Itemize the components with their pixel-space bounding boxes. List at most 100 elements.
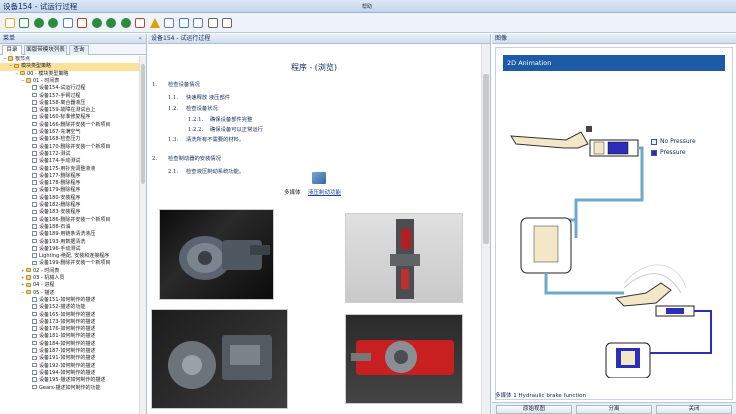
tree-folder[interactable]: −00 - 模块类型策略 [0, 71, 139, 78]
document-title: 设备154 - 试运行过程 [151, 35, 211, 42]
document-icon [32, 129, 37, 134]
folder-icon [26, 267, 31, 273]
tree-item[interactable]: 设备184-如何制作的描述 [0, 341, 139, 348]
tree-item-label: 设备165-如何制作的描述 [39, 311, 96, 318]
settings-icon[interactable] [163, 16, 176, 29]
hydraulic-brake-link[interactable]: 液压制动功能 [308, 190, 341, 196]
tree-item-label: 设备166-删除并安装一个新项目 [39, 121, 111, 128]
tree-folder[interactable]: +03 - 机械人员 [0, 275, 139, 282]
back-icon[interactable] [32, 16, 45, 29]
tree-item[interactable]: 设备192-如何制作的描述 [0, 363, 139, 370]
close-button[interactable]: 关闭 [656, 405, 732, 414]
open-icon[interactable] [18, 16, 31, 29]
tree-item-label: 设备194-如何制作的描述 [39, 369, 96, 376]
tab-search[interactable]: 查询 [69, 45, 89, 55]
tree-item[interactable]: 设备180-安装程序 [0, 195, 139, 202]
warning-icon[interactable] [148, 16, 161, 29]
multimedia-thumbnail-icon[interactable] [312, 172, 326, 184]
collapse-icon[interactable]: « [138, 34, 142, 44]
scrollbar-thumb[interactable] [141, 64, 145, 184]
tree-item[interactable]: 设备195-描述如何制作的描述 [0, 377, 139, 384]
menu-pane-title: 菜单 [3, 35, 16, 42]
tree-item[interactable]: 设备177-删除程序 [0, 173, 139, 180]
tree-item[interactable]: 设备175-用扑克调整液液 [0, 166, 139, 173]
tree-item[interactable]: 设备181-如何制作的描述 [0, 333, 139, 340]
tree-item[interactable]: 设备191-如何制作的描述 [0, 355, 139, 362]
tree-item[interactable]: Gears-描述如何制作的功能 [0, 385, 139, 392]
tab-contents[interactable]: 目录 [2, 45, 22, 55]
tree-item-label: 设备179-删除程序 [39, 187, 81, 194]
print-icon[interactable] [61, 16, 74, 29]
differential-photo[interactable] [345, 314, 463, 404]
tree-item[interactable]: 设备179-删除程序 [0, 187, 139, 194]
tree-item[interactable]: 设备166-删除并安装一个新项目 [0, 122, 139, 129]
tree-item[interactable]: 设备174-手动测试 [0, 158, 139, 165]
tree-item[interactable]: 设备170-删除并安装一个新项目 [0, 144, 139, 151]
tree-item[interactable]: 设备158-离合器液压 [0, 100, 139, 107]
tree-folder[interactable]: −05 - 描述 [0, 290, 139, 297]
tree-item-label: Gears-描述如何制作的功能 [39, 384, 101, 391]
tree-item[interactable]: 设备152-描述的功能 [0, 304, 139, 311]
tree-item[interactable]: 设备183-安装程序 [0, 209, 139, 216]
tree-item[interactable]: 设备186-删除并安装一个新项目 [0, 217, 139, 224]
outline-number: 1. [152, 82, 158, 88]
image-pane: 图像 2D Animation No Pressure Pressure 多媒体… [492, 34, 736, 414]
outline-number: 1.3. [168, 137, 179, 143]
animation-caption: 多媒体 1 Hydraulic brake function [495, 393, 587, 399]
tree-item[interactable]: 设备173-如何制作的描述 [0, 319, 139, 326]
document-icon [32, 340, 37, 346]
tab-module-list[interactable]: 面版带模块列表 [24, 45, 67, 55]
outline-text: 快速释放 液压部件 [186, 95, 231, 101]
document-scrollbar[interactable] [481, 44, 490, 414]
outline-item: 1.2. 检查设备状况 [168, 104, 218, 112]
tree-item[interactable]: 设备189-用链条清洗液压 [0, 231, 139, 238]
zoom-out-icon[interactable] [221, 16, 234, 29]
document-icon [32, 231, 37, 236]
engine-photo[interactable] [151, 309, 288, 409]
tree-item[interactable]: 设备196-手动测试 [0, 246, 139, 253]
notes-icon[interactable] [76, 16, 89, 29]
original-view-button[interactable]: 原始视图 [496, 405, 572, 414]
brake-assembly-photo[interactable] [345, 213, 463, 303]
tree-scrollbar[interactable] [139, 56, 146, 414]
document-icon [32, 100, 37, 105]
tree-folder[interactable]: +04 - 进程 [0, 282, 139, 289]
tree-item[interactable]: 设备199-删除并安装一个新项目 [0, 260, 139, 267]
title-bar: 设备154 - 试运行过程 帮助 [0, 0, 736, 13]
tree-item[interactable]: 设备165-如何制作的描述 [0, 312, 139, 319]
tree-item[interactable]: 设备160-标准修复程序 [0, 114, 139, 121]
folder-icon [26, 78, 31, 83]
tree-item-label: 01 - 时间表 [33, 77, 60, 84]
tree-item[interactable]: 设备193-用数据清洗 [0, 239, 139, 246]
document-icon [32, 362, 37, 368]
engine-image-icon [168, 335, 272, 389]
globe-icon[interactable] [177, 16, 190, 29]
document-scroll-thumb[interactable] [483, 74, 489, 244]
detach-button[interactable]: 分离 [576, 405, 652, 414]
prev-icon[interactable] [90, 16, 103, 29]
animation-viewer[interactable]: 2D Animation No Pressure Pressure [495, 47, 733, 400]
document-icon [32, 216, 37, 222]
multimedia-reference: 多媒体 [284, 188, 301, 196]
tree-folder[interactable]: − 模块类型策略 [0, 63, 139, 71]
document-icon [32, 194, 37, 200]
zoom-in-icon[interactable] [206, 16, 219, 29]
multimedia-link[interactable]: 液压制动功能 [308, 188, 341, 196]
gearbox-photo[interactable] [159, 209, 274, 300]
new-icon[interactable] [3, 16, 16, 29]
document-icon [32, 370, 37, 375]
play-icon[interactable] [119, 16, 132, 29]
bookmark-icon[interactable] [134, 16, 147, 29]
tree-item[interactable]: 设备154-试运行过程 [0, 85, 139, 92]
document-icon [32, 238, 37, 244]
tree-folder[interactable]: +02 - 时间表 [0, 268, 139, 275]
stack-icon[interactable] [192, 16, 205, 29]
help-menu[interactable]: 帮助 [362, 3, 372, 10]
forward-icon[interactable] [47, 16, 60, 29]
tree-item[interactable]: 设备157-手臂过程 [0, 93, 139, 100]
outline-item: 1. 检查设备情况 [152, 80, 200, 88]
outline-number: 2.1. [168, 169, 179, 175]
next-icon[interactable] [105, 16, 118, 29]
toolbar [0, 13, 736, 33]
tree-item[interactable]: 设备168-检查压力 [0, 136, 139, 143]
